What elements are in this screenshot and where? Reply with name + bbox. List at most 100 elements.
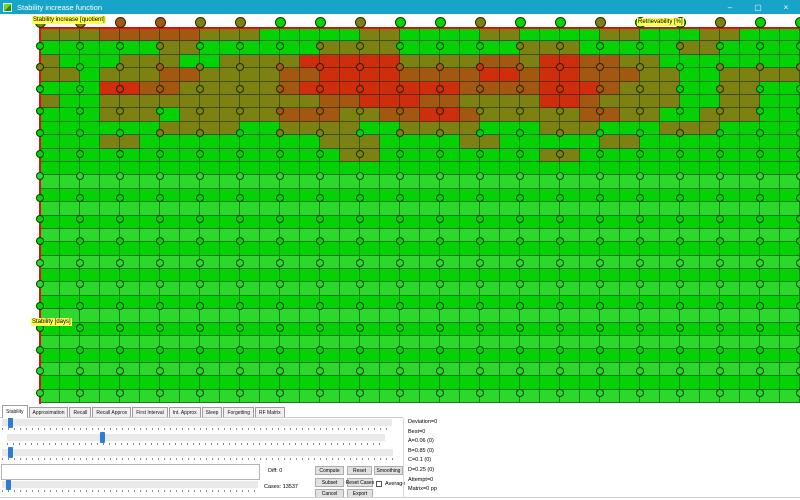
grid-node-icon — [36, 237, 44, 245]
subset-button[interactable]: Subset — [315, 478, 344, 487]
heatmap-cell — [700, 376, 720, 389]
heatmap-cell — [380, 135, 400, 148]
slider-2-track[interactable] — [7, 434, 385, 441]
heatmap-cell — [360, 376, 380, 389]
cases-readout: Cases: 13537 — [264, 484, 298, 490]
grid-node-icon — [796, 172, 800, 180]
grid-node-icon — [276, 259, 284, 267]
heatmap-cell — [720, 309, 740, 322]
average-checkbox[interactable] — [376, 481, 382, 487]
heatmap-cell — [600, 135, 620, 148]
grid-node-icon — [556, 346, 564, 354]
heatmap-cell — [40, 28, 60, 41]
grid-node-icon — [676, 172, 684, 180]
cases-slider-thumb[interactable] — [6, 479, 11, 490]
reset-cases-button[interactable]: Reset Cases — [347, 478, 373, 487]
slider-3-track[interactable] — [2, 449, 393, 456]
heatmap-cell — [620, 309, 640, 322]
heatmap-cell — [440, 309, 460, 322]
reset-button[interactable]: Reset — [347, 466, 372, 475]
grid-node-icon — [155, 17, 166, 28]
heatmap-cell — [120, 135, 140, 148]
heatmap-cell — [240, 68, 260, 81]
grid-node-icon — [316, 107, 324, 115]
grid-node-icon — [556, 107, 564, 115]
grid-node-icon — [276, 237, 284, 245]
heatmap-cell — [520, 95, 540, 108]
slider-1-thumb[interactable] — [8, 417, 13, 428]
heatmap-cell — [240, 309, 260, 322]
grid-node-icon — [556, 42, 564, 50]
grid-node-icon — [796, 194, 800, 202]
heatmap-cell — [660, 28, 680, 41]
grid-node-icon — [116, 346, 124, 354]
control-panel: StabilityApproximationRecallRecall Appro… — [0, 404, 800, 500]
grid-node-icon — [276, 389, 284, 397]
heatmap-cell — [320, 242, 340, 255]
slider-3-thumb[interactable] — [8, 447, 13, 458]
grid-node-icon — [796, 237, 800, 245]
grid-node-icon — [436, 389, 444, 397]
grid-node-icon — [316, 259, 324, 267]
slider-3-ticks — [2, 458, 393, 460]
heatmap-cell — [460, 28, 480, 41]
heatmap-cell — [40, 376, 60, 389]
heatmap-cell — [620, 28, 640, 41]
grid-node-icon — [276, 324, 284, 332]
restore-icon[interactable]: ▢ — [744, 0, 772, 14]
grid-node-icon — [76, 324, 84, 332]
heatmap-cell — [340, 309, 360, 322]
stability-matrix-heatmap[interactable] — [40, 28, 800, 403]
grid-node-icon — [116, 129, 124, 137]
heatmap-cell — [560, 242, 580, 255]
grid-node-icon — [596, 42, 604, 50]
heatmap-cell — [640, 28, 660, 41]
tab-stability[interactable]: Stability — [2, 405, 28, 418]
heatmap-cell — [440, 135, 460, 148]
heatmap-cell — [320, 28, 340, 41]
heatmap-cell — [600, 28, 620, 41]
heatmap-cell — [80, 28, 100, 41]
grid-node-icon — [596, 324, 604, 332]
heatmap-cell — [560, 202, 580, 215]
cases-slider-track[interactable] — [2, 481, 258, 488]
heatmap-cell — [400, 242, 420, 255]
grid-node-icon — [76, 129, 84, 137]
stat-line: Matrix=0 pp — [408, 485, 437, 495]
grid-node-icon — [756, 389, 764, 397]
grid-node-icon — [156, 346, 164, 354]
grid-node-icon — [276, 172, 284, 180]
heatmap-cell — [100, 95, 120, 108]
stat-line: Best=0 — [408, 428, 437, 438]
slider-2-thumb[interactable] — [100, 432, 105, 443]
minimize-icon[interactable]: – — [716, 0, 744, 14]
slider-1-track[interactable] — [2, 419, 392, 426]
grid-node-icon — [515, 17, 526, 28]
heatmap-cell — [440, 68, 460, 81]
heatmap-cell — [80, 135, 100, 148]
window-bottom-edge — [0, 497, 800, 498]
heatmap-cell — [100, 135, 120, 148]
heatmap-cell — [360, 135, 380, 148]
close-icon[interactable]: × — [772, 0, 800, 14]
grid-node-icon — [676, 259, 684, 267]
heatmap-cell — [160, 202, 180, 215]
heatmap-cell — [600, 309, 620, 322]
heatmap-cell — [140, 376, 160, 389]
heatmap-cell — [780, 95, 800, 108]
grid-node-icon — [116, 107, 124, 115]
grid-node-icon — [196, 389, 204, 397]
grid-node-icon — [356, 172, 364, 180]
diff-readout: Diff: 0 — [268, 468, 282, 474]
heatmap-cell — [540, 309, 560, 322]
grid-node-icon — [556, 237, 564, 245]
grid-node-icon — [316, 194, 324, 202]
compute-button[interactable]: Compute — [315, 466, 344, 475]
heatmap-cell — [460, 376, 480, 389]
heatmap-cell — [500, 309, 520, 322]
grid-node-icon — [596, 194, 604, 202]
grid-node-icon — [236, 42, 244, 50]
smoothing-button[interactable]: Smoothing — [374, 466, 403, 475]
grid-node-icon — [196, 259, 204, 267]
grid-node-icon — [516, 389, 524, 397]
